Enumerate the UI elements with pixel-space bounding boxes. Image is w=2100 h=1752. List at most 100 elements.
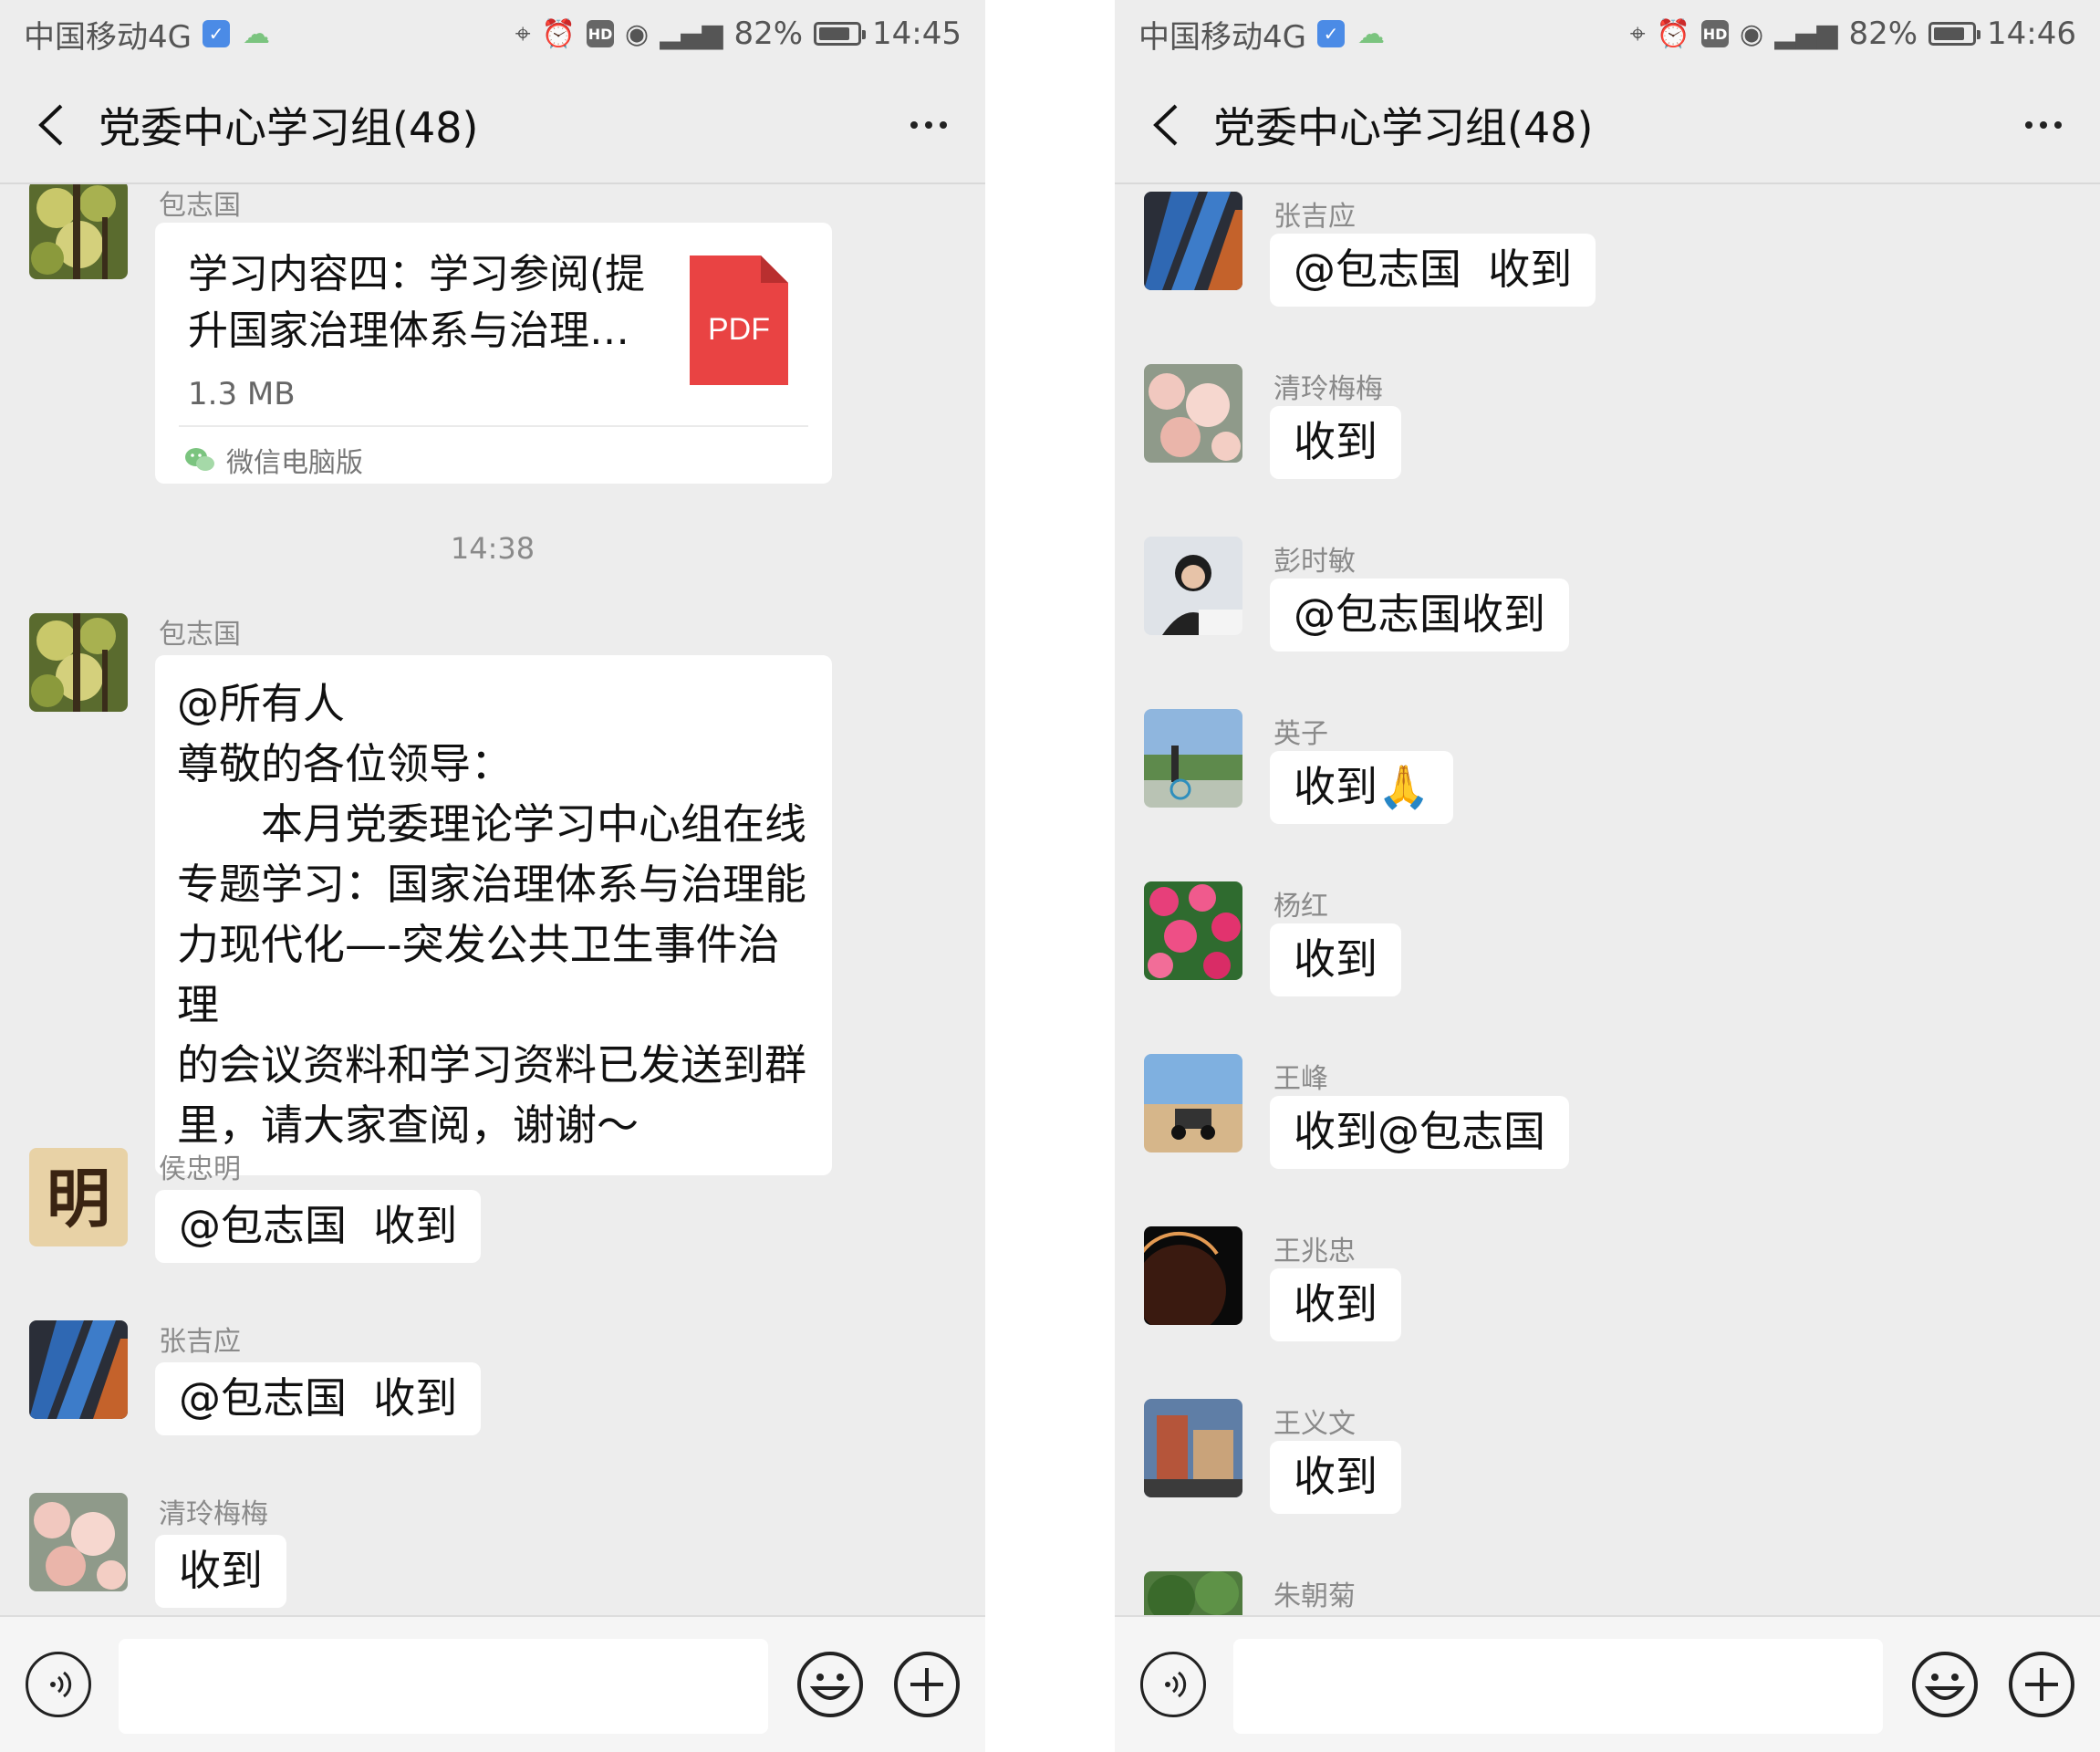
- chat-screen-right: 中国移动4G ✓ ☁ ⌖ ⏰ HD ◉ ▂▄▆ 82% 14:46 党委中心学习…: [1115, 0, 2100, 1752]
- message-bubble[interactable]: 收到: [155, 1535, 286, 1608]
- sender-name: 朱朝菊: [1274, 1580, 1356, 1612]
- input-bar: [0, 1615, 985, 1752]
- message-bubble[interactable]: 收到🙏: [1270, 751, 1454, 824]
- avatar[interactable]: [29, 184, 128, 279]
- message-text: 收到@包志国: [1294, 1107, 1545, 1156]
- status-bar: 中国移动4G ✓ ☁ ⌖ ⏰ HD ◉ ▂▄▆ 82% 14:46: [1115, 0, 2100, 68]
- sender-name: 张吉应: [1274, 201, 1356, 233]
- avatar[interactable]: [1144, 1054, 1242, 1152]
- message-text: 收到: [1294, 1279, 1377, 1329]
- sender-name: 侯忠明: [159, 1153, 241, 1185]
- message-line: @所有人: [177, 679, 345, 728]
- avatar[interactable]: [1144, 1571, 1242, 1615]
- message-bubble[interactable]: @包志国 收到: [1270, 234, 1596, 307]
- message-input[interactable]: [119, 1639, 768, 1734]
- back-button[interactable]: [26, 99, 77, 151]
- message-bubble[interactable]: @包志国收到: [1270, 579, 1569, 652]
- building-avatar-icon: [1144, 1399, 1242, 1497]
- avatar[interactable]: [29, 613, 128, 712]
- shield-icon: ✓: [202, 20, 230, 47]
- battery-percent: 82%: [733, 16, 804, 52]
- calligraphy-avatar-icon: 明: [29, 1148, 128, 1246]
- avatar[interactable]: [29, 1320, 128, 1419]
- svg-text:明: 明: [47, 1161, 110, 1236]
- plus-button-icon[interactable]: [892, 1650, 962, 1719]
- message-bubble[interactable]: 收到: [1270, 923, 1401, 996]
- voice-icon: [50, 1671, 72, 1698]
- battery-icon: [1928, 22, 1981, 46]
- message-bubble[interactable]: 收到@包志国: [1270, 1096, 1569, 1169]
- planet-avatar-icon: [1144, 1226, 1242, 1325]
- message-line: 力现代化—-突发公共卫生事件治理: [177, 920, 780, 1029]
- carrier-label: 中国移动4G: [24, 18, 192, 56]
- message-bubble[interactable]: @包志国 收到: [155, 1190, 482, 1263]
- back-arrow-icon: [1153, 104, 1178, 146]
- message-bubble[interactable]: 收到: [1270, 1268, 1401, 1341]
- tree-avatar-icon: [29, 613, 128, 712]
- voice-icon: [1165, 1671, 1187, 1698]
- chat-screen-left: 中国移动4G ✓ ☁ ⌖ ⏰ HD ◉ ▂▄▆ 82% 14:45 党委中心学习…: [0, 0, 985, 1752]
- file-size: 1.3 MB: [188, 376, 296, 412]
- message-list[interactable]: 张吉应 @包志国 收到 清玲梅梅 收到 彭时敏 @包志国收到 英子 收到🙏 杨红…: [1115, 184, 2100, 1615]
- message-list[interactable]: 包志国 学习内容四：学习参阅(提升国家治理体系与治理… 1.3 MB PDF 微…: [0, 184, 985, 1615]
- message-bubble[interactable]: 收到: [1270, 1441, 1401, 1514]
- shield-icon: ✓: [1316, 20, 1345, 47]
- more-options-button[interactable]: [892, 98, 965, 152]
- voice-button[interactable]: [1140, 1652, 1206, 1717]
- avatar[interactable]: [1144, 192, 1242, 290]
- avatar[interactable]: [1144, 709, 1242, 808]
- avatar[interactable]: 明: [29, 1148, 128, 1246]
- message-text: @包志国 收到: [179, 1201, 458, 1250]
- signal-icon: ▂▄▆: [1774, 17, 1838, 50]
- hd-icon: HD: [587, 20, 615, 47]
- avatar[interactable]: [1144, 1399, 1242, 1497]
- desert-avatar-icon: [1144, 1054, 1242, 1152]
- message-bubble[interactable]: @所有人 尊敬的各位领导： 本月党委理论学习中心组在线 专题学习：国家治理体系与…: [155, 655, 832, 1175]
- input-bar: [1115, 1615, 2100, 1752]
- feather-avatar-icon: [1144, 192, 1242, 290]
- feather-avatar-icon: [29, 1320, 128, 1419]
- avatar[interactable]: [1144, 1226, 1242, 1325]
- landscape-avatar-icon: [1144, 709, 1242, 808]
- avatar[interactable]: [1144, 881, 1242, 980]
- sender-name: 包志国: [159, 190, 241, 222]
- eye-icon: ◉: [1740, 17, 1764, 50]
- message-text: @包志国 收到: [1294, 245, 1573, 294]
- chat-header: 党委中心学习组(48): [1115, 68, 2100, 184]
- sender-name: 清玲梅梅: [159, 1498, 268, 1530]
- back-button[interactable]: [1140, 99, 1191, 151]
- pdf-file-icon: PDF: [690, 256, 788, 385]
- battery-percent: 82%: [1848, 16, 1918, 52]
- sender-name: 包志国: [159, 619, 241, 651]
- blossom-avatar-icon: [1144, 364, 1242, 463]
- more-options-button[interactable]: [2007, 98, 2080, 152]
- avatar[interactable]: [1144, 364, 1242, 463]
- plus-button-icon[interactable]: [2007, 1650, 2076, 1719]
- back-arrow-icon: [38, 104, 63, 146]
- message-bubble[interactable]: 收到: [1270, 406, 1401, 479]
- message-text: 收到: [1294, 934, 1377, 984]
- avatar[interactable]: [1144, 537, 1242, 635]
- voice-button[interactable]: [26, 1652, 91, 1717]
- alarm-icon: ⏰: [541, 17, 577, 50]
- emoji-button-icon[interactable]: [795, 1650, 865, 1719]
- battery-icon: [814, 22, 867, 46]
- sender-name: 张吉应: [159, 1326, 241, 1358]
- carrier-label: 中国移动4G: [1138, 18, 1306, 56]
- message-text: 收到: [1294, 762, 1377, 811]
- message-input[interactable]: [1233, 1639, 1883, 1734]
- clock-time: 14:45: [872, 16, 962, 52]
- avatar[interactable]: [29, 1493, 128, 1591]
- file-name: 学习内容四：学习参阅(提升国家治理体系与治理…: [188, 251, 646, 354]
- file-card[interactable]: 学习内容四：学习参阅(提升国家治理体系与治理… 1.3 MB PDF 微信电脑版: [155, 223, 832, 484]
- message-bubble[interactable]: @包志国 收到: [155, 1362, 482, 1435]
- file-source: 微信电脑版: [184, 440, 363, 480]
- message-text: 收到: [179, 1546, 263, 1595]
- tree-avatar-icon: [29, 184, 128, 279]
- location-icon: ⌖: [515, 17, 531, 50]
- message-line: 里，请大家查阅，谢谢～: [177, 1100, 639, 1150]
- clock-time: 14:46: [1987, 16, 2076, 52]
- emoji-button-icon[interactable]: [1910, 1650, 1980, 1719]
- sender-name: 杨红: [1274, 891, 1328, 923]
- sender-name: 英子: [1274, 718, 1328, 750]
